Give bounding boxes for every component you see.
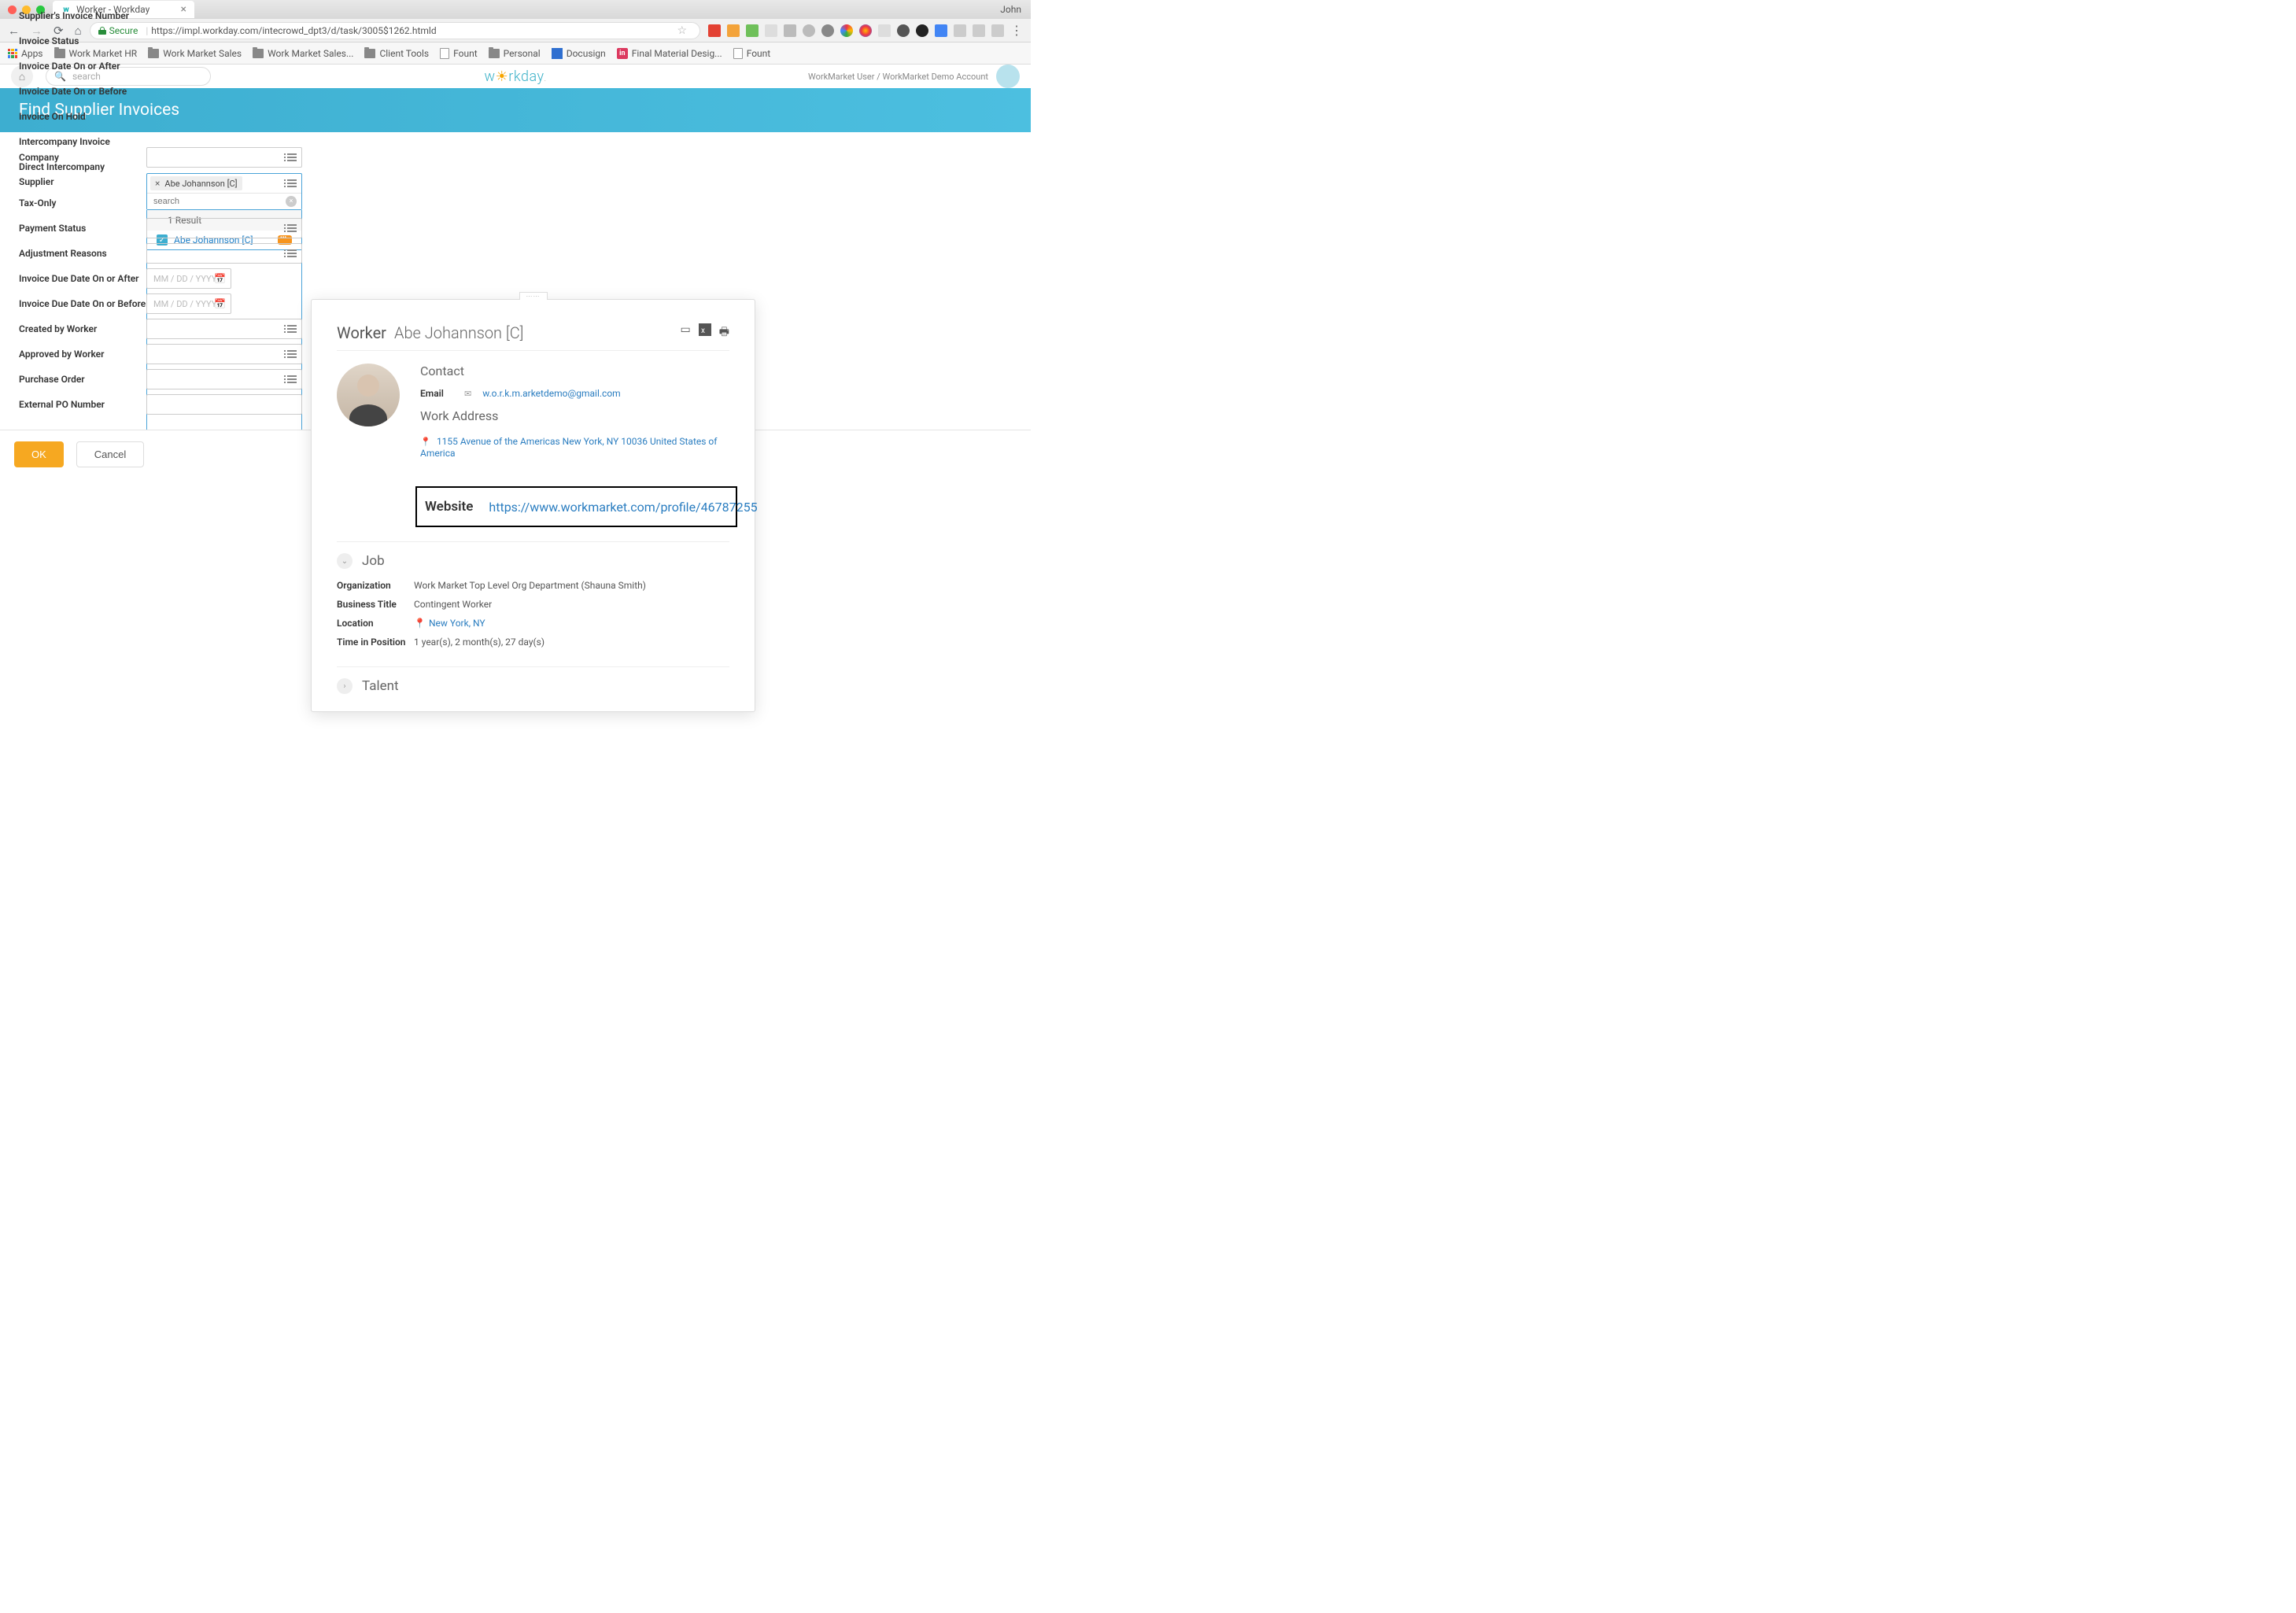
label-tax-only: Tax-Only [19, 197, 146, 209]
label-payment-status: Payment Status [19, 223, 146, 234]
contact-section-title: Contact [420, 364, 729, 378]
business-title-label: Business Title [337, 599, 414, 610]
list-icon[interactable] [287, 375, 297, 383]
input-approved-by-worker[interactable] [146, 344, 302, 364]
clear-search-icon[interactable]: × [286, 196, 297, 207]
date-placeholder: MM / DD / YYYY [147, 274, 216, 284]
label-adjustment-reasons: Adjustment Reasons [19, 248, 146, 259]
time-in-position-value: 1 year(s), 2 month(s), 27 day(s) [414, 637, 544, 648]
list-icon[interactable] [287, 224, 297, 232]
map-marker-icon: 📍 [414, 618, 426, 629]
label-created-by-worker: Created by Worker [19, 323, 146, 334]
calendar-icon[interactable]: 📅 [214, 298, 226, 309]
supplier-input[interactable]: × Abe Johannson [C] × [146, 173, 302, 210]
time-in-position-label: Time in Position [337, 637, 414, 648]
list-icon[interactable] [287, 179, 297, 187]
input-company[interactable] [146, 147, 302, 168]
chevron-right-icon[interactable]: › [337, 678, 353, 694]
supplier-search-input[interactable] [147, 194, 301, 209]
label-invoice-on-hold: Invoice On Hold [19, 111, 146, 122]
list-icon[interactable] [287, 249, 297, 257]
website-url[interactable]: https://www.workmarket.com/profile/46787… [489, 500, 757, 515]
svg-text:x: x [701, 327, 705, 335]
label-invoice-date-on-or-after: Invoice Date On or After [19, 61, 146, 72]
chip-text: Abe Johannson [C] [164, 179, 237, 189]
work-address-title: Work Address [420, 408, 729, 423]
print-icon[interactable]: 🖶 [719, 323, 729, 342]
input-invoice-due-on-or-after[interactable]: MM / DD / YYYY📅 [146, 268, 231, 289]
talent-section-title: Talent [362, 678, 399, 694]
chip-remove-icon[interactable]: × [155, 178, 160, 189]
label-intercompany-invoice: Intercompany Invoice [19, 136, 146, 147]
list-icon[interactable] [287, 153, 297, 161]
email-label: Email [420, 388, 453, 399]
job-section: ⌄ Job OrganizationWork Market Top Level … [337, 542, 729, 667]
calendar-icon[interactable]: 📅 [214, 273, 226, 284]
label-external-po-number: External PO Number [19, 399, 146, 410]
back-icon[interactable]: ← [8, 24, 20, 38]
worker-popover: ⋯⋯ Worker Abe Johannson [C] ▭ x 🖶 Contac… [311, 299, 755, 712]
input-created-by-worker[interactable] [146, 319, 302, 339]
input-payment-status[interactable] [146, 218, 302, 238]
input-adjustment-reasons[interactable] [146, 243, 302, 264]
drag-handle[interactable]: ⋯⋯ [519, 292, 548, 300]
input-invoice-due-on-or-before[interactable]: MM / DD / YYYY📅 [146, 293, 231, 314]
form-area: Company Supplier × Abe Johannson [C] × [0, 132, 1031, 430]
worker-label: Worker [337, 323, 386, 342]
envelope-icon: ✉ [464, 389, 471, 399]
label-invoice-due-on-or-after: Invoice Due Date On or After [19, 273, 146, 284]
talent-section: › Talent [337, 667, 729, 696]
map-marker-icon: 📍 [420, 437, 431, 447]
organization-label: Organization [337, 580, 414, 591]
email-value[interactable]: w.o.r.k.m.arketdemo@gmail.com [482, 388, 620, 399]
excel-export-icon[interactable]: x [699, 323, 711, 342]
address-link[interactable]: 1155 Avenue of the Americas New York, NY… [420, 436, 717, 459]
label-supplier: Supplier [19, 173, 146, 187]
label-suppliers-invoice-number: Supplier's Invoice Number [19, 10, 146, 21]
business-title-value: Contingent Worker [414, 599, 492, 610]
label-invoice-due-on-or-before: Invoice Due Date On or Before [19, 298, 146, 309]
website-label: Website [425, 499, 473, 515]
date-placeholder: MM / DD / YYYY [147, 299, 216, 309]
close-window-icon[interactable] [8, 6, 17, 14]
browser-menu-icon[interactable]: ⋮ [1010, 23, 1023, 38]
worker-avatar [337, 364, 400, 426]
label-approved-by-worker: Approved by Worker [19, 349, 146, 360]
input-external-po-number[interactable] [146, 394, 302, 415]
location-value[interactable]: New York, NY [429, 618, 485, 629]
list-icon[interactable] [287, 350, 297, 358]
label-direct-intercompany: Direct Intercompany [19, 161, 146, 172]
supplier-chip[interactable]: × Abe Johannson [C] [150, 176, 242, 190]
website-highlight-box: Website https://www.workmarket.com/profi… [415, 486, 737, 527]
list-icon[interactable] [287, 325, 297, 333]
worker-name: Abe Johannson [C] [394, 323, 523, 342]
job-section-title: Job [362, 553, 385, 569]
label-invoice-status: Invoice Status [19, 35, 146, 46]
label-invoice-date-on-or-before: Invoice Date On or Before [19, 86, 146, 97]
card-icon[interactable]: ▭ [681, 323, 691, 342]
ok-button[interactable]: OK [14, 441, 64, 467]
cancel-button[interactable]: Cancel [76, 441, 144, 467]
chevron-down-icon[interactable]: ⌄ [337, 553, 353, 569]
input-purchase-order[interactable] [146, 369, 302, 389]
supplier-dropdown-container: × Abe Johannson [C] × 1 Result ✓ Abe Joh… [146, 173, 302, 458]
organization-value: Work Market Top Level Org Department (Sh… [414, 580, 646, 591]
location-label: Location [337, 618, 414, 629]
label-purchase-order: Purchase Order [19, 374, 146, 385]
